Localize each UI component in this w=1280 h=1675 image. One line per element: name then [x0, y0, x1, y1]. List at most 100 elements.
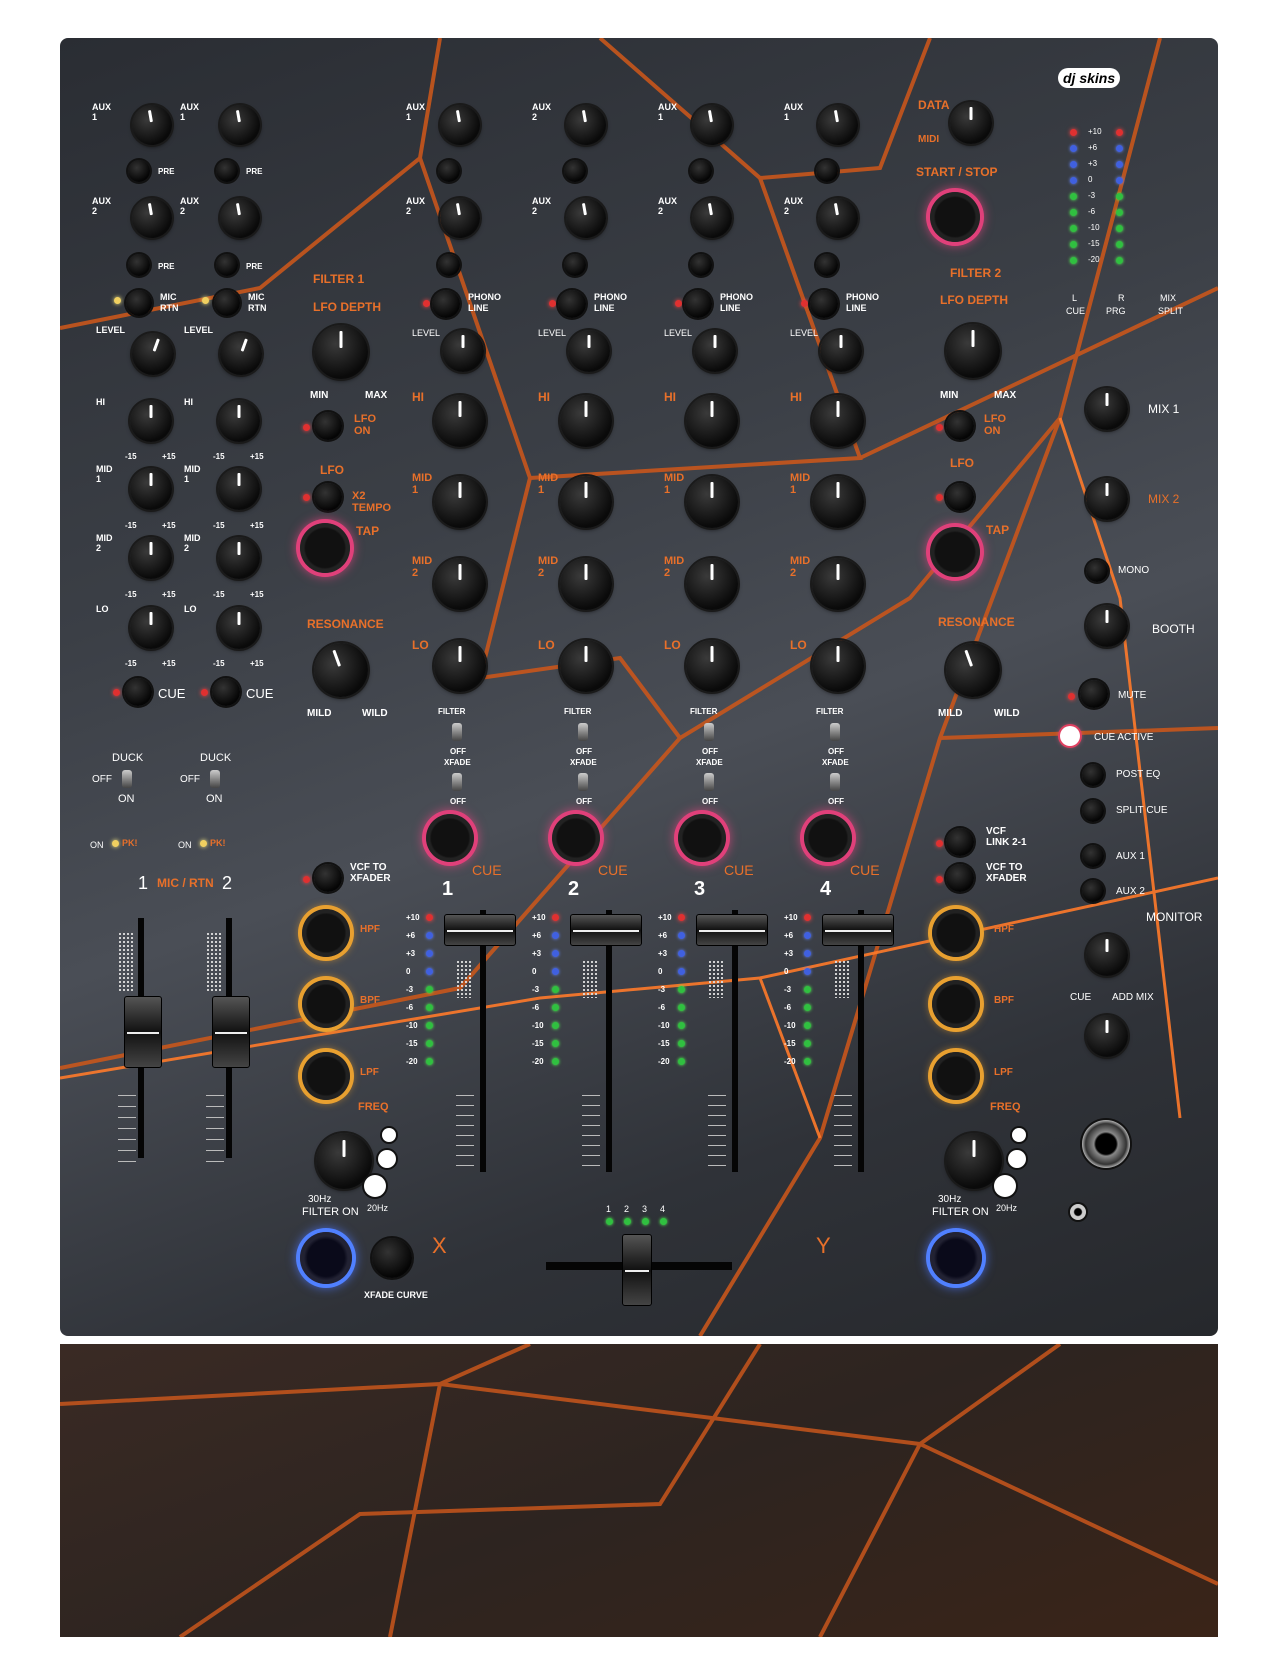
- ch-filter-assign-switch[interactable]: [830, 723, 840, 741]
- monitor-split-cue-button[interactable]: [1082, 800, 1104, 822]
- filter1-preset-dot-1[interactable]: [382, 1128, 396, 1142]
- filter2-preset-dot-2[interactable]: [1008, 1150, 1026, 1168]
- ch-level-knob[interactable]: [442, 330, 484, 372]
- filter2-filter-on-button[interactable]: [930, 1232, 982, 1284]
- filter2-data-knob[interactable]: [950, 102, 992, 144]
- mic-mid1-knob[interactable]: [218, 468, 260, 510]
- ch-level-knob[interactable]: [820, 330, 862, 372]
- ch-fader-cap[interactable]: [444, 914, 516, 946]
- crossfader-cap[interactable]: [622, 1234, 652, 1306]
- ch-lo-knob[interactable]: [434, 640, 486, 692]
- mic-aux2-pre-button[interactable]: [128, 254, 150, 276]
- xfade-curve-knob[interactable]: [372, 1238, 412, 1278]
- ch-xfade-assign-switch[interactable]: [704, 773, 714, 791]
- duck-toggle-switch[interactable]: [210, 770, 220, 788]
- mic-mid2-knob[interactable]: [218, 537, 260, 579]
- monitor-aux2-button[interactable]: [1082, 880, 1104, 902]
- filter1-lfo-on-button[interactable]: [314, 412, 342, 440]
- ch-hi-knob[interactable]: [812, 395, 864, 447]
- filter1-freq-knob[interactable]: [316, 1133, 372, 1189]
- ch-filter-assign-switch[interactable]: [452, 723, 462, 741]
- filter1-vcf-xfader-button[interactable]: [314, 864, 342, 892]
- mic-mid2-knob[interactable]: [130, 537, 172, 579]
- ch-cue-button[interactable]: [804, 814, 852, 862]
- filter2-tap-button[interactable]: [930, 527, 980, 577]
- filter1-lpf-button[interactable]: [302, 1052, 350, 1100]
- filter1-tap-button[interactable]: [300, 523, 350, 573]
- monitor-post-eq-button[interactable]: [1082, 764, 1104, 786]
- ch-filter-assign-switch[interactable]: [704, 723, 714, 741]
- ch-aux2-pre-button[interactable]: [564, 254, 586, 276]
- ch-fader-cap[interactable]: [696, 914, 768, 946]
- mic-aux2-pre-button[interactable]: [216, 254, 238, 276]
- ch-aux1-pre-button[interactable]: [564, 160, 586, 182]
- filter1-lfo-depth-knob[interactable]: [314, 325, 368, 379]
- mic-rtn-select-button[interactable]: [126, 290, 152, 316]
- ch-cue-button[interactable]: [678, 814, 726, 862]
- headphone-jack[interactable]: [1082, 1120, 1130, 1168]
- mix1-knob[interactable]: [1086, 388, 1128, 430]
- mic-cue-button[interactable]: [212, 678, 240, 706]
- filter2-vcf-link-button[interactable]: [946, 828, 974, 856]
- ch-phono-line-button[interactable]: [558, 290, 586, 318]
- ch-aux1-pre-button[interactable]: [438, 160, 460, 182]
- mic-lo-knob[interactable]: [130, 607, 172, 649]
- ch-hi-knob[interactable]: [560, 395, 612, 447]
- mic-cue-button[interactable]: [124, 678, 152, 706]
- ch-aux2-pre-button[interactable]: [438, 254, 460, 276]
- duck-toggle-switch[interactable]: [122, 770, 132, 788]
- ch-aux1-pre-button[interactable]: [816, 160, 838, 182]
- ch-level-knob[interactable]: [694, 330, 736, 372]
- ch-aux2-pre-button[interactable]: [690, 254, 712, 276]
- filter1-preset-dot-2[interactable]: [378, 1150, 396, 1168]
- ch-xfade-assign-switch[interactable]: [578, 773, 588, 791]
- ch-mid1-knob[interactable]: [686, 476, 738, 528]
- ch-lo-knob[interactable]: [812, 640, 864, 692]
- booth-mute-button[interactable]: [1080, 680, 1108, 708]
- ch-cue-button[interactable]: [426, 814, 474, 862]
- ch-aux1-pre-button[interactable]: [690, 160, 712, 182]
- ch-mid2-knob[interactable]: [812, 558, 864, 610]
- ch-filter-assign-switch[interactable]: [578, 723, 588, 741]
- ch-mid2-knob[interactable]: [686, 558, 738, 610]
- filter2-vcf-xfader-button[interactable]: [946, 864, 974, 892]
- ch-mid2-knob[interactable]: [434, 558, 486, 610]
- mic-aux1-pre-button[interactable]: [216, 160, 238, 182]
- filter1-filter-on-button[interactable]: [300, 1232, 352, 1284]
- headphone-mini-jack[interactable]: [1070, 1204, 1086, 1220]
- booth-mono-button[interactable]: [1086, 560, 1108, 582]
- filter1-hpf-button[interactable]: [302, 909, 350, 957]
- filter2-start-stop-button[interactable]: [930, 192, 980, 242]
- filter1-x2-tempo-button[interactable]: [314, 483, 342, 511]
- filter2-lfo-on-button[interactable]: [946, 412, 974, 440]
- ch-cue-button[interactable]: [552, 814, 600, 862]
- monitor-cue-mix-knob[interactable]: [1086, 934, 1128, 976]
- ch-mid1-knob[interactable]: [560, 476, 612, 528]
- ch-aux2-pre-button[interactable]: [816, 254, 838, 276]
- ch-phono-line-button[interactable]: [684, 290, 712, 318]
- ch-mid2-knob[interactable]: [560, 558, 612, 610]
- filter2-preset-dot-1[interactable]: [1012, 1128, 1026, 1142]
- ch-hi-knob[interactable]: [434, 395, 486, 447]
- ch-mid1-knob[interactable]: [812, 476, 864, 528]
- mix2-knob[interactable]: [1086, 478, 1128, 520]
- ch-level-knob[interactable]: [568, 330, 610, 372]
- filter2-lfo-depth-knob[interactable]: [946, 324, 1000, 378]
- ch-xfade-assign-switch[interactable]: [830, 773, 840, 791]
- monitor-level-knob[interactable]: [1086, 1015, 1128, 1057]
- filter1-preset-dot-3[interactable]: [364, 1175, 386, 1197]
- mic-fader-cap[interactable]: [124, 996, 162, 1068]
- ch-fader-cap[interactable]: [570, 914, 642, 946]
- mic-fader-cap[interactable]: [212, 996, 250, 1068]
- ch-phono-line-button[interactable]: [432, 290, 460, 318]
- filter2-bpf-button[interactable]: [932, 980, 980, 1028]
- mic-rtn-select-button[interactable]: [214, 290, 240, 316]
- booth-level-knob[interactable]: [1086, 605, 1128, 647]
- mic-aux1-pre-button[interactable]: [128, 160, 150, 182]
- ch-hi-knob[interactable]: [686, 395, 738, 447]
- mic-lo-knob[interactable]: [218, 607, 260, 649]
- ch-phono-line-button[interactable]: [810, 290, 838, 318]
- filter1-bpf-button[interactable]: [302, 980, 350, 1028]
- mic-mid1-knob[interactable]: [130, 468, 172, 510]
- ch-fader-cap[interactable]: [822, 914, 894, 946]
